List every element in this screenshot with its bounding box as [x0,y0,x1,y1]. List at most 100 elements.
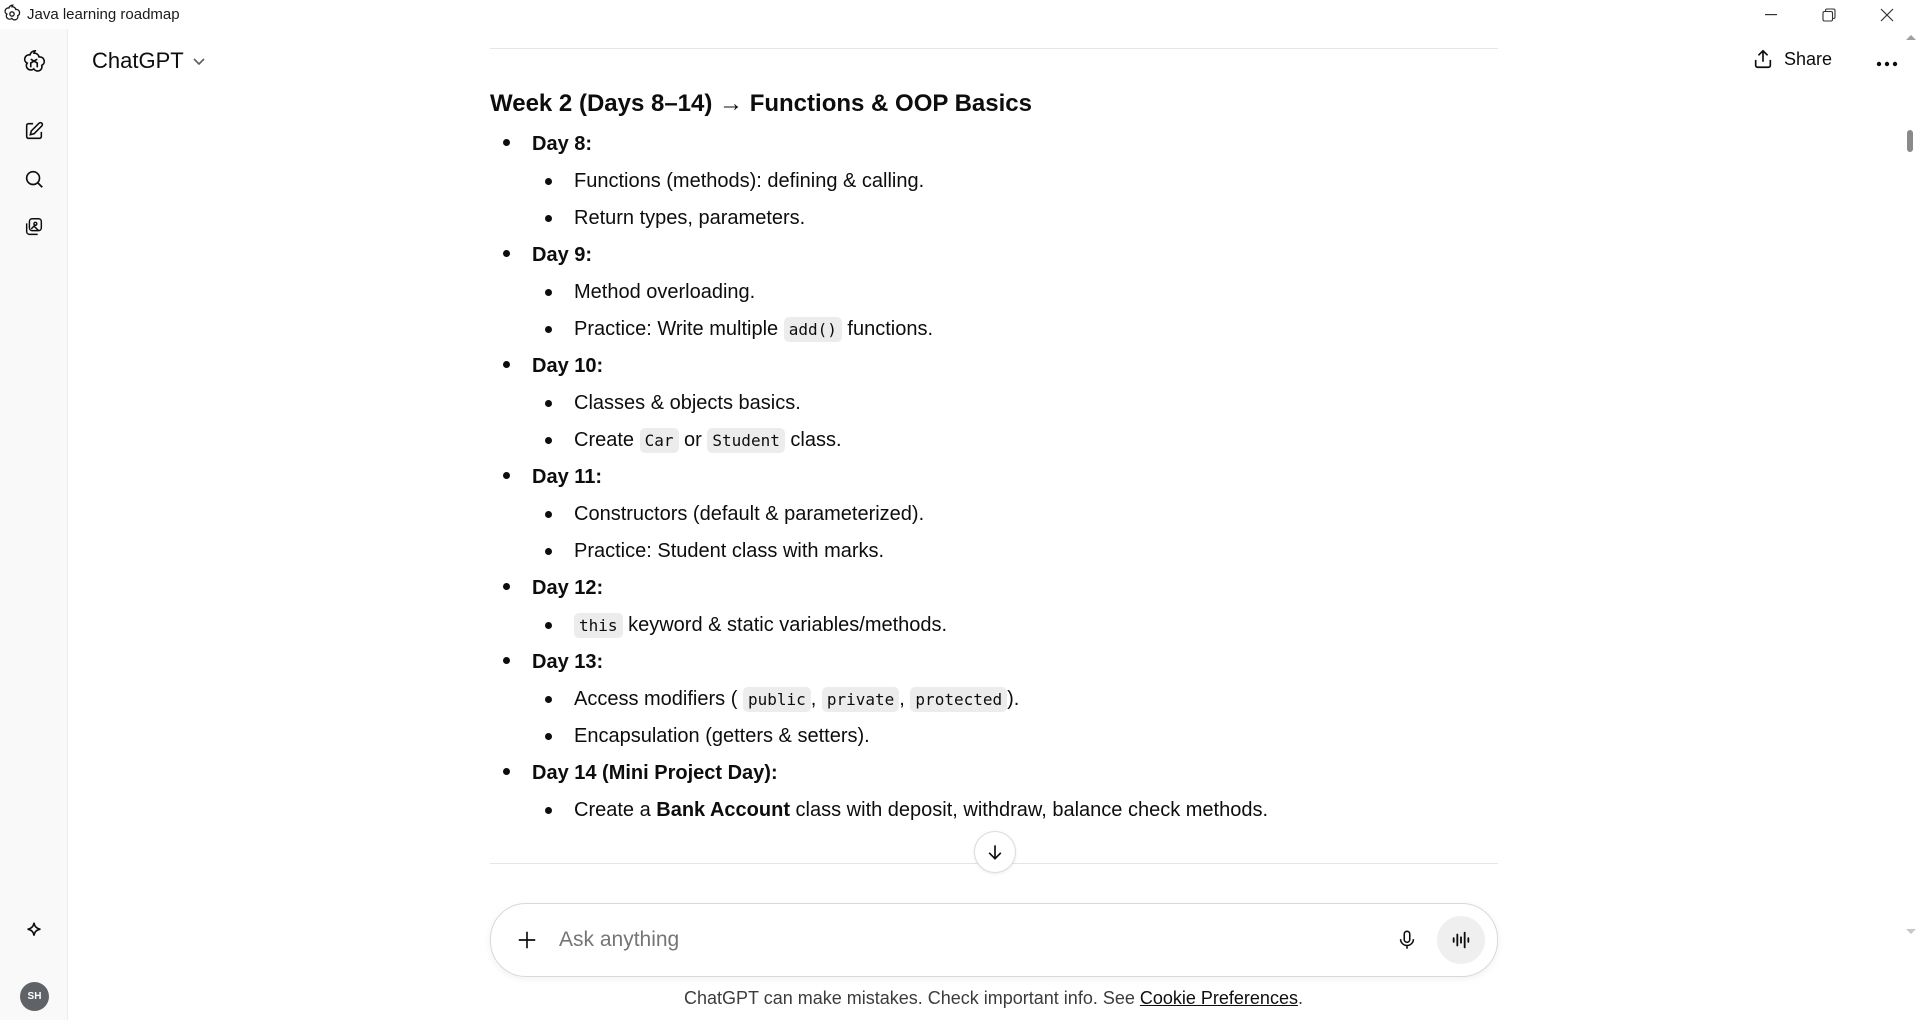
task-item: Access modifiers ( public, private, prot… [532,681,1498,718]
restore-button[interactable] [1800,0,1858,29]
upgrade-button[interactable] [18,915,50,947]
day-tasks: Create a Bank Account class with deposit… [532,792,1498,829]
sidebar: SH [0,29,68,1020]
inline-code: protected [910,687,1008,712]
day-item: Day 8: Functions (methods): defining & ca… [490,126,1498,237]
disclaimer-suffix: . [1297,988,1303,1008]
day-title: Day 13: [532,651,604,673]
scrollbar[interactable] [1904,29,1920,1020]
attach-button[interactable] [513,926,541,954]
model-label: ChatGPT [92,48,184,73]
scroll-up-arrow-icon[interactable] [1905,33,1917,41]
day-list: Day 8: Functions (methods): defining & ca… [490,126,1498,829]
task-text: class with deposit, withdraw, balance ch… [790,799,1269,821]
day-item: Day 9: Method overloading. Practice: Write… [490,237,1498,348]
day-title: Day 11: [532,466,603,488]
new-chat-button[interactable] [18,115,50,147]
day-item: Day 10: Classes & objects basics. Create C… [490,348,1498,459]
new-chat-icon [25,121,44,140]
plus-icon [518,931,536,949]
restore-icon [1822,7,1836,22]
more-horizontal-icon [1876,61,1898,67]
inline-code: Student [707,428,785,453]
day-title: Day 9: [532,244,593,266]
task-text: keyword & static variables/methods. [622,614,948,636]
title-bar: Java learning roadmap [0,0,1920,29]
day-tasks: Classes & objects basics. Create Car or S… [532,385,1498,459]
voice-waveform-icon [1452,931,1470,949]
task-text: Practice: Write multiple [574,318,784,340]
week-heading: Week 2 (Days 8–14) → Functions & OOP Bas… [490,90,1032,117]
task-text: Functions (methods): defining & calling. [574,170,925,192]
search-chats-button[interactable] [18,163,50,195]
inline-code: public [742,687,811,712]
share-label: Share [1784,48,1833,69]
close-icon [1880,8,1894,21]
day-tasks: Method overloading. Practice: Write multi… [532,274,1498,348]
disclaimer: ChatGPT can make mistakes. Check importa… [0,988,1920,1009]
day-tasks: Functions (methods): defining & calling.… [532,163,1498,237]
task-text: Method overloading. [574,281,756,303]
arrow-down-icon [988,845,1002,860]
day-title: Day 8: [532,133,593,155]
task-item: Create a Bank Account class with deposit… [532,792,1498,829]
minimize-button[interactable] [1742,0,1800,29]
chatgpt-logo-icon [2,4,22,24]
close-button[interactable] [1858,0,1916,29]
task-text: Classes & objects basics. [574,392,801,414]
task-text: Create a [574,799,657,821]
task-text: Practice: Student class with marks. [574,540,885,562]
day-item: Day 11: Constructors (default & parameter… [490,459,1498,570]
task-item: Classes & objects basics. [532,385,1498,422]
task-text: Access modifiers ( [574,688,743,710]
inline-code: private [821,687,900,712]
task-text: Return types, parameters. [574,207,806,229]
task-item: Functions (methods): defining & calling. [532,163,1498,200]
day-item: Day 12: this keyword & static variables/m… [490,570,1498,644]
task-text: or [678,429,708,451]
more-options-button[interactable] [1870,50,1904,78]
library-icon [25,218,43,236]
task-text: Constructors (default & parameterized). [574,503,925,525]
task-text: class. [784,429,842,451]
library-button[interactable] [18,211,50,243]
task-item: Encapsulation (getters & setters). [532,718,1498,755]
task-item: Create Car or Student class. [532,422,1498,459]
inline-code: Car [639,428,679,453]
day-title: Day 12: [532,577,604,599]
scrollbar-thumb[interactable] [1907,130,1913,152]
day-tasks: this keyword & static variables/methods. [532,607,1498,644]
day-item: Day 14 (Mini Project Day): Create a Bank … [490,755,1498,829]
share-icon [1754,49,1772,69]
day-title: Day 10: [532,355,604,377]
divider [490,48,1498,49]
openai-logo-button[interactable] [18,47,50,79]
day-title: Day 14 (Mini Project Day): [532,762,778,784]
dictate-button[interactable] [1393,926,1421,954]
voice-mode-button[interactable] [1437,916,1485,964]
prompt-input[interactable] [559,928,1359,952]
task-text: Create [574,429,640,451]
task-item: this keyword & static variables/methods. [532,607,1498,644]
window-title: Java learning roadmap [27,6,180,23]
scroll-down-arrow-icon[interactable] [1905,928,1917,936]
inline-code: add() [783,317,842,342]
inline-code: this [574,613,623,638]
chevron-down-icon [193,58,205,66]
task-item: Method overloading. [532,274,1498,311]
task-text: functions. [841,318,934,340]
task-text: Encapsulation (getters & setters). [574,725,870,747]
model-selector[interactable]: ChatGPT [92,48,206,74]
day-item: Day 13: Access modifiers ( public, privat… [490,644,1498,755]
microphone-icon [1399,930,1415,949]
cookie-preferences-link[interactable]: Cookie Preferences [1140,988,1298,1008]
composer [490,903,1498,977]
task-item: Practice: Write multiple add() functions… [532,311,1498,348]
task-text: , [810,688,822,710]
share-button[interactable]: Share [1752,48,1832,70]
sparkle-icon [27,922,41,936]
scroll-to-bottom-button[interactable] [974,831,1016,873]
task-item: Practice: Student class with marks. [532,533,1498,570]
search-icon [25,170,43,188]
task-item: Constructors (default & parameterized). [532,496,1498,533]
